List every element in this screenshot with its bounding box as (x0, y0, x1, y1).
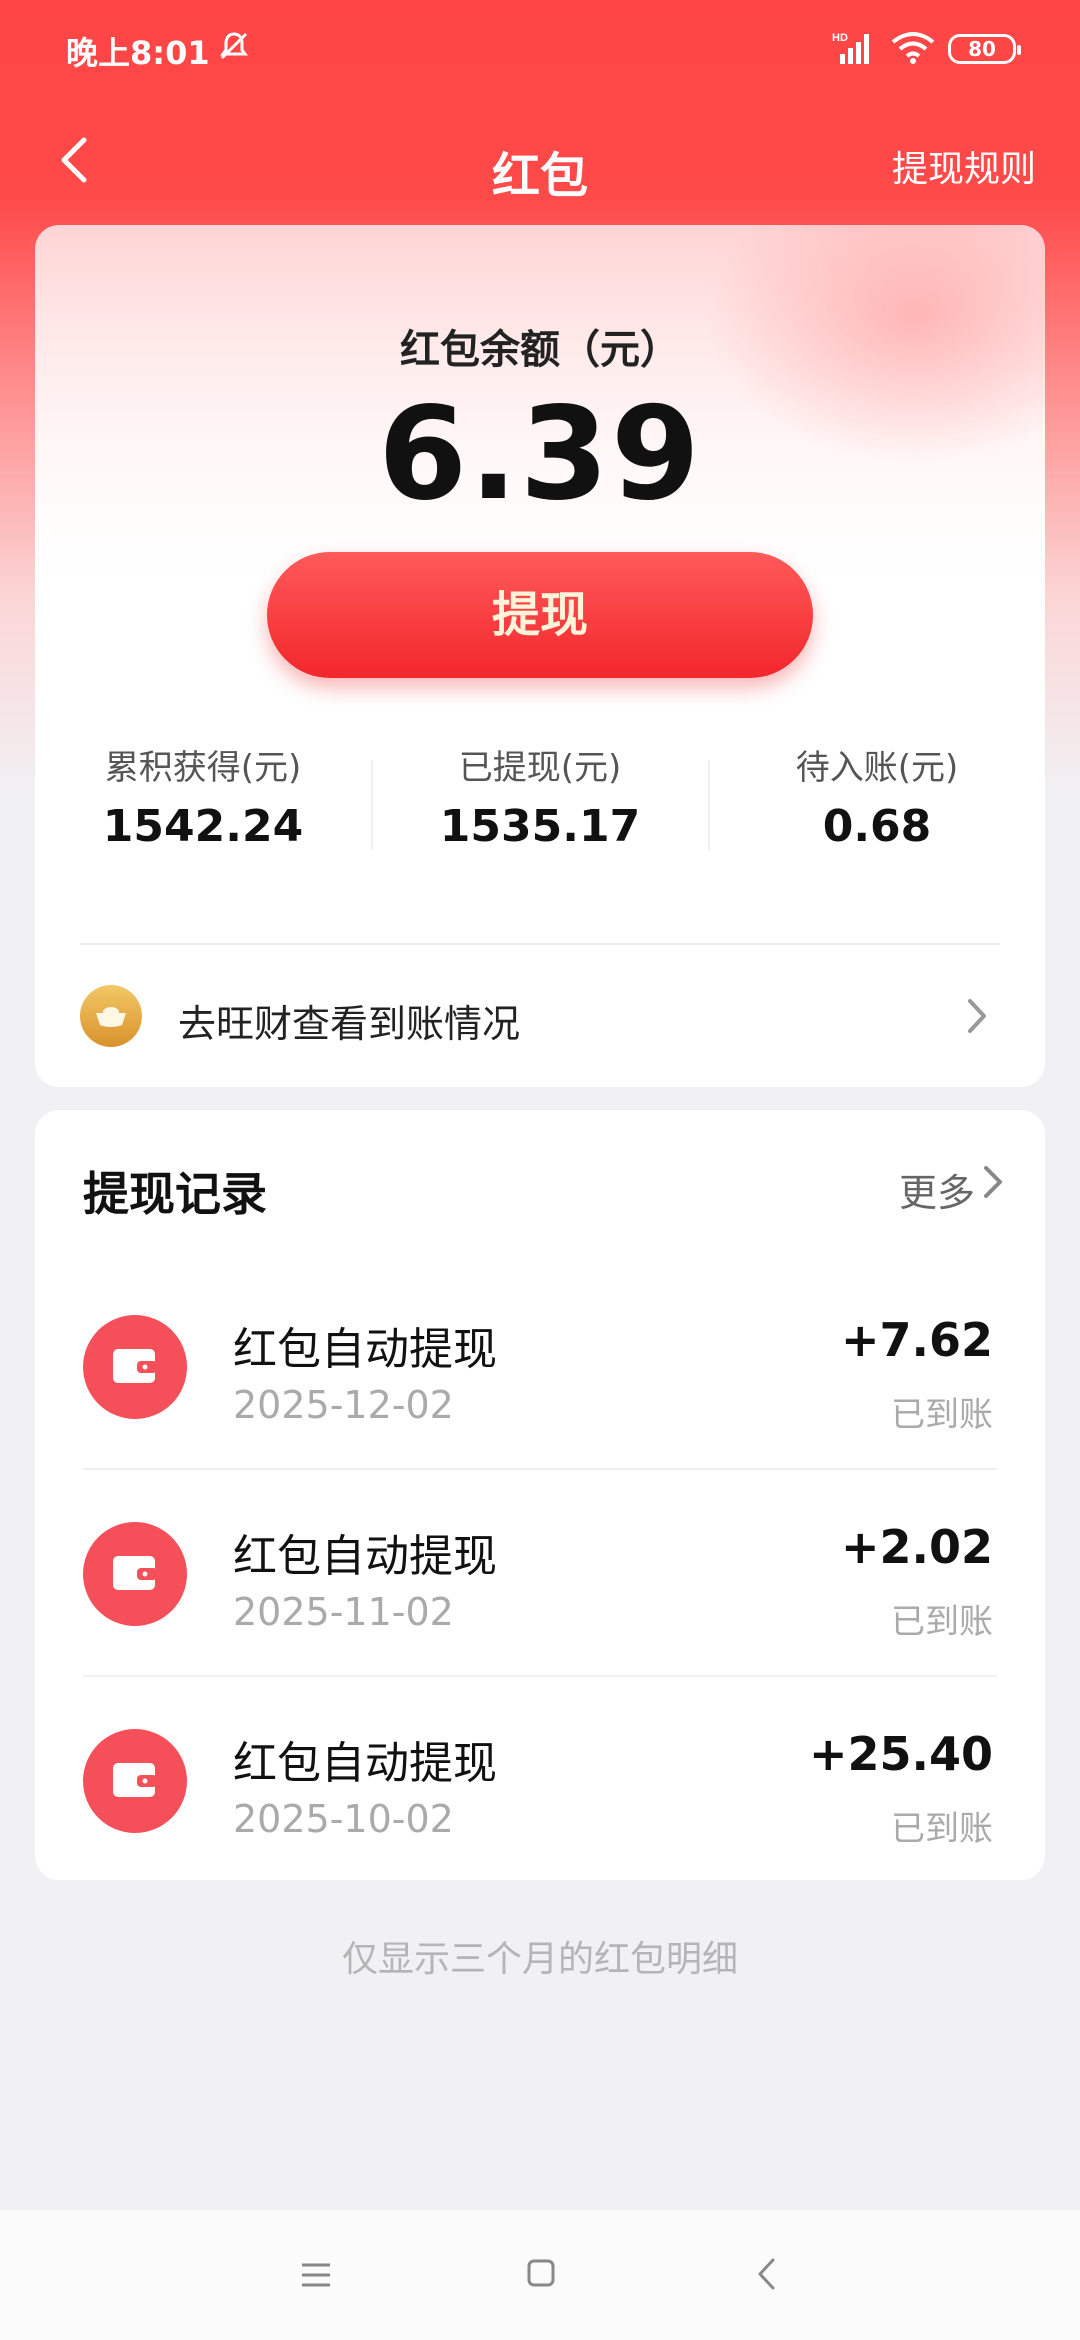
withdraw-records-card: 提现记录 更多 红包自动提现 2025-12-02 +7.62 已到账 红包自动… (35, 1110, 1045, 1880)
stat-label: 已提现(元) (458, 748, 622, 788)
wallet-icon (83, 1315, 187, 1419)
record-item[interactable]: 红包自动提现 2025-12-02 +7.62 已到账 (83, 1265, 997, 1470)
back-icon[interactable] (756, 2256, 778, 2292)
record-date: 2025-12-02 (233, 1383, 454, 1427)
records-more-link[interactable]: 更多 (899, 1162, 975, 1217)
divider (83, 1468, 997, 1470)
check-arrival-row[interactable]: 去旺财查看到账情况 (80, 945, 1000, 1087)
stat-total-earned: 累积获得(元) 1542.24 (35, 740, 371, 852)
wallet-icon (83, 1522, 187, 1626)
record-amount: +7.62 (840, 1313, 993, 1367)
gold-ingot-icon (80, 985, 142, 1047)
record-status: 已到账 (891, 1809, 993, 1849)
record-item[interactable]: 红包自动提现 2025-10-02 +25.40 已到账 (83, 1679, 997, 1884)
record-status: 已到账 (891, 1395, 993, 1435)
system-nav-bar (0, 2210, 1080, 2340)
stat-value: 1535.17 (439, 801, 641, 852)
record-amount: +25.40 (808, 1727, 993, 1781)
records-title: 提现记录 (83, 1167, 267, 1221)
record-date: 2025-11-02 (233, 1590, 454, 1634)
record-title: 红包自动提现 (233, 1738, 497, 1789)
record-title: 红包自动提现 (233, 1324, 497, 1375)
footer-note: 仅显示三个月的红包明细 (341, 1939, 738, 1980)
chevron-right-icon[interactable] (981, 1162, 1005, 1202)
record-item[interactable]: 红包自动提现 2025-11-02 +2.02 已到账 (83, 1472, 997, 1677)
wifi-icon (891, 32, 935, 64)
stat-withdrawn: 已提现(元) 1535.17 (372, 740, 708, 852)
mute-icon (220, 32, 248, 60)
menu-icon[interactable] (300, 2260, 332, 2290)
record-amount: +2.02 (840, 1520, 993, 1574)
record-title: 红包自动提现 (233, 1531, 497, 1582)
stat-pending: 待入账(元) 0.68 (709, 740, 1045, 852)
stats-row: 累积获得(元) 1542.24 已提现(元) 1535.17 待入账(元) 0.… (35, 740, 1045, 860)
svg-text:HD: HD (832, 32, 848, 44)
signal-icon: HD (832, 32, 869, 64)
stat-label: 待入账(元) (795, 748, 959, 788)
withdraw-rules-link[interactable]: 提现规则 (892, 140, 1036, 192)
home-icon[interactable] (526, 2258, 556, 2288)
chevron-right-icon (968, 999, 986, 1033)
wallet-icon (83, 1729, 187, 1833)
divider (83, 1675, 997, 1677)
withdraw-button[interactable]: 提现 (267, 552, 813, 678)
balance-label: 红包余额（元） (400, 327, 680, 373)
stat-label: 累积获得(元) (104, 748, 302, 788)
balance-card: 红包余额（元） 6.39 提现 累积获得(元) 1542.24 已提现(元) 1… (35, 225, 1045, 1087)
status-time: 晚上8:01 (66, 34, 210, 72)
record-status: 已到账 (891, 1602, 993, 1642)
check-arrival-label: 去旺财查看到账情况 (178, 1002, 521, 1046)
status-bar: 晚上8:01 HD 80 (0, 0, 1080, 100)
stat-value: 0.68 (822, 801, 932, 852)
battery-icon: 80 (948, 34, 1021, 64)
record-date: 2025-10-02 (233, 1797, 454, 1841)
nav-bar: 红包 提现规则 (0, 100, 1080, 220)
stat-value: 1542.24 (102, 801, 304, 852)
balance-amount: 6.39 (378, 380, 702, 529)
